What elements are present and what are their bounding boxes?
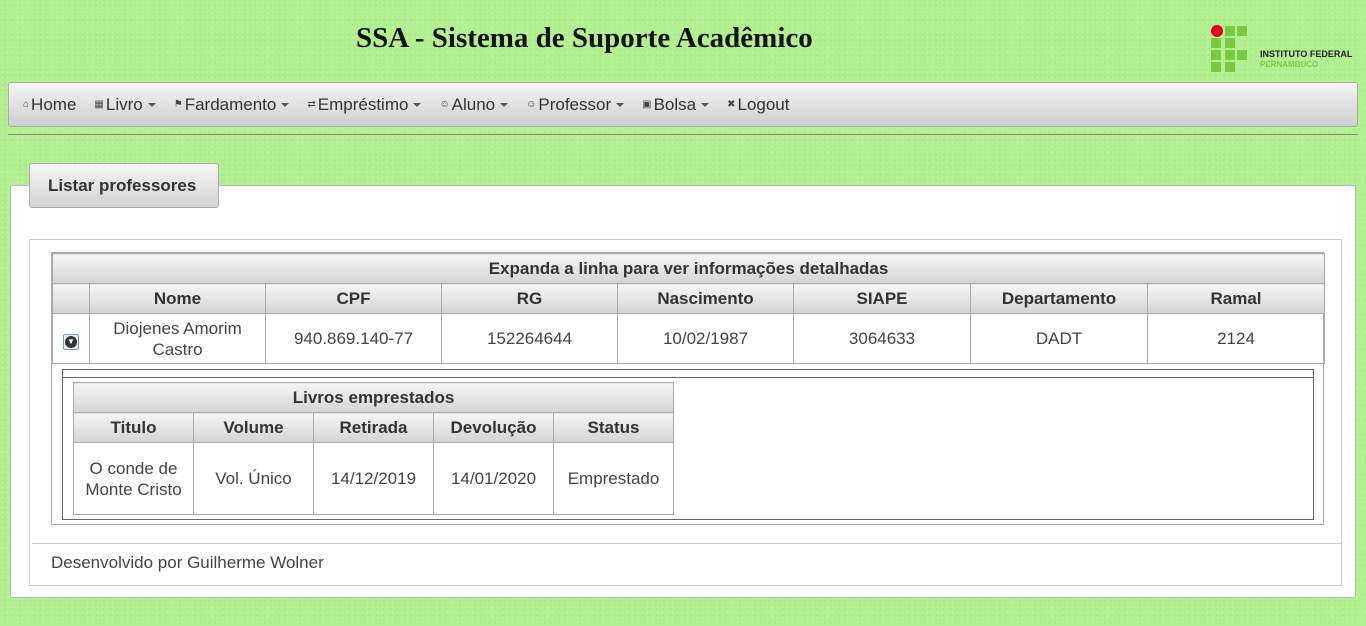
column-header-titulo[interactable]: Titulo <box>73 412 194 443</box>
nav-livro[interactable]: ▦ Livro <box>94 94 156 115</box>
loans-caption: Livros emprestados <box>72 382 675 413</box>
bag-icon: ▣ <box>642 99 652 110</box>
cell-nascimento: 10/02/1987 <box>617 313 794 364</box>
chevron-down-icon <box>147 102 156 107</box>
cell-cpf: 940.869.140-77 <box>265 313 442 364</box>
divider <box>8 134 1358 135</box>
app-title: SSA - Sistema de Suporte Acadêmico <box>356 22 813 54</box>
main-navbar: ⌂ Home ▦ Livro ⚑ Fardamento ⇄ Empréstimo… <box>8 82 1358 127</box>
cell-ramal: 2124 <box>1146 313 1326 364</box>
nav-professor-label: Professor <box>538 94 612 114</box>
column-header-expand <box>52 283 90 314</box>
chevron-down-icon <box>281 102 290 107</box>
chevron-down-icon <box>701 102 710 107</box>
nav-emprestimo[interactable]: ⇄ Empréstimo <box>307 94 422 115</box>
user-icon: ☺ <box>526 99 537 110</box>
professors-grid: Expanda a linha para ver informações det… <box>51 252 1326 525</box>
cell-siape: 3064633 <box>793 313 971 364</box>
professors-table: Expanda a linha para ver informações det… <box>51 253 1326 364</box>
column-header-volume[interactable]: Volume <box>193 412 314 443</box>
nav-aluno-label: Aluno <box>451 94 496 114</box>
table-caption: Expanda a linha para ver informações det… <box>51 253 1326 284</box>
logo-text-state: PERNAMBUCO <box>1260 60 1319 69</box>
table-header-row: Nome CPF RG Nascimento SIAPE Departament… <box>52 283 1326 314</box>
loans-table: Livros emprestados Titulo Volume Retirad… <box>72 382 675 515</box>
cell-retirada: 14/12/2019 <box>313 442 434 515</box>
row-detail-panel: Livros emprestados Titulo Volume Retirad… <box>62 369 1314 520</box>
nav-professor[interactable]: ☺ Professor <box>526 94 625 115</box>
expand-cell[interactable]: ▼ <box>52 313 90 364</box>
book-icon: ▦ <box>94 99 104 110</box>
nav-bolsa[interactable]: ▣ Bolsa <box>642 94 710 115</box>
nav-bolsa-label: Bolsa <box>653 94 697 114</box>
close-icon: ✖ <box>727 99 736 110</box>
chevron-down-icon: ▼ <box>65 335 77 348</box>
column-header-ramal[interactable]: Ramal <box>1146 283 1326 314</box>
nav-emprestimo-label: Empréstimo <box>317 94 409 114</box>
tab-listar-professores[interactable]: Listar professores <box>29 163 219 208</box>
loans-header-row: Titulo Volume Retirada Devolução Status <box>73 412 675 443</box>
logo-red-dot <box>1211 25 1223 37</box>
nav-logout[interactable]: ✖ Logout <box>727 95 789 115</box>
cell-devolucao: 14/01/2020 <box>433 442 554 515</box>
footer-credit: Desenvolvido por Guilherme Wolner <box>51 553 324 572</box>
table-row: O conde de Monte Cristo Vol. Único 14/12… <box>73 442 675 515</box>
column-header-nome[interactable]: Nome <box>89 283 266 314</box>
logo-text-institute: INSTITUTO FEDERAL <box>1260 49 1353 59</box>
cell-departamento: DADT <box>970 313 1148 364</box>
nav-fardamento[interactable]: ⚑ Fardamento <box>174 95 290 115</box>
nav-livro-label: Livro <box>105 94 143 114</box>
nav-logout-label: Logout <box>737 94 790 114</box>
chevron-down-icon <box>616 102 625 107</box>
column-header-devolucao[interactable]: Devolução <box>433 412 554 443</box>
cell-volume: Vol. Único <box>193 442 314 515</box>
column-header-status[interactable]: Status <box>552 412 675 443</box>
divider <box>32 543 1342 544</box>
nav-fardamento-label: Fardamento <box>184 94 277 114</box>
column-header-nascimento[interactable]: Nascimento <box>617 283 794 314</box>
column-header-departamento[interactable]: Departamento <box>970 283 1148 314</box>
table-row[interactable]: ▼ Diojenes Amorim Castro 940.869.140-77 … <box>52 313 1326 364</box>
expand-row-button[interactable]: ▼ <box>63 333 79 350</box>
nav-home[interactable]: ⌂ Home <box>23 95 76 115</box>
nav-aluno[interactable]: ☺ Aluno <box>439 94 509 115</box>
institute-logo: INSTITUTO FEDERAL PERNAMBUCO <box>1210 24 1360 72</box>
cell-status: Emprestado <box>552 442 675 515</box>
cell-titulo: O conde de Monte Cristo <box>73 442 194 515</box>
column-header-retirada[interactable]: Retirada <box>313 412 434 443</box>
chevron-down-icon <box>413 102 422 107</box>
cell-rg: 152264644 <box>441 313 618 364</box>
user-icon: ☺ <box>439 99 450 110</box>
nav-home-label: Home <box>31 94 77 114</box>
cell-nome: Diojenes Amorim Castro <box>89 313 266 364</box>
flag-icon: ⚑ <box>173 99 183 110</box>
chevron-down-icon <box>500 102 509 107</box>
column-header-siape[interactable]: SIAPE <box>793 283 971 314</box>
column-header-cpf[interactable]: CPF <box>265 283 442 314</box>
column-header-rg[interactable]: RG <box>441 283 618 314</box>
divider <box>63 377 1313 378</box>
exchange-icon: ⇄ <box>307 99 316 110</box>
home-icon: ⌂ <box>23 99 30 110</box>
